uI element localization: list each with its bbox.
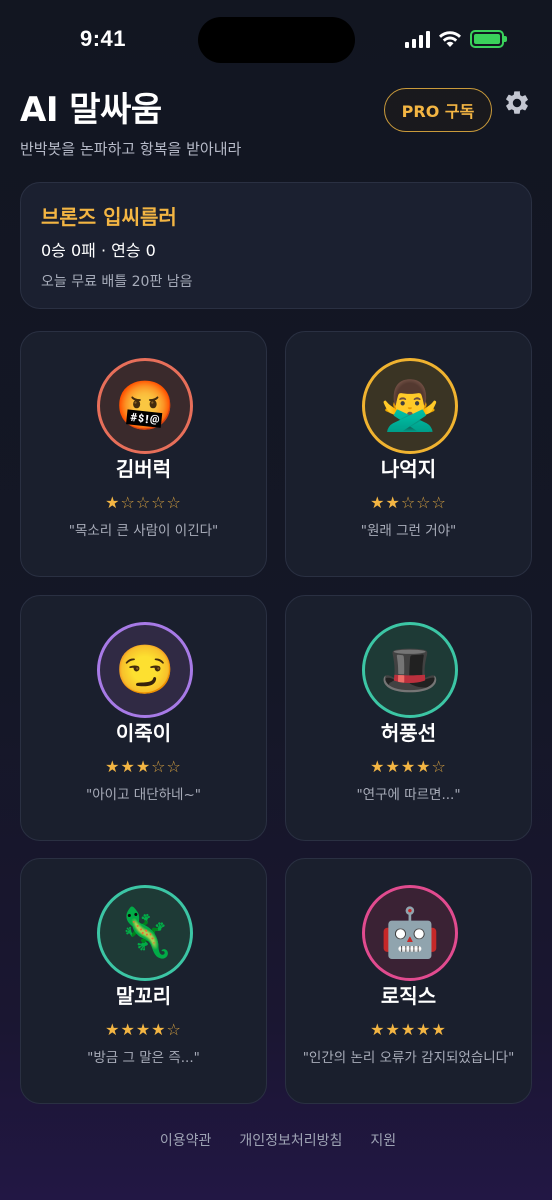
opponent-card[interactable]: 😏 이죽이 ★★★☆☆ "아이고 대단하네~" [20, 595, 267, 841]
star-empty-icon: ☆ [166, 493, 182, 512]
star-filled-icon: ★ [385, 1020, 401, 1039]
difficulty-stars: ★★☆☆☆ [286, 491, 531, 515]
star-filled-icon: ★ [105, 493, 121, 512]
status-icons [405, 30, 507, 48]
star-empty-icon: ☆ [400, 493, 417, 512]
opponent-emoji: 🤬 [115, 377, 175, 434]
opponent-avatar: 🤬 [97, 358, 193, 454]
rank-card: 브론즈 입씨름러 0승 0패 · 연승 0 오늘 무료 배틀 20판 남음 [20, 182, 532, 309]
difficulty-stars: ★★★★★ [286, 1018, 531, 1042]
star-filled-icon: ★ [370, 757, 386, 776]
star-filled-icon: ★ [120, 757, 136, 776]
battery-icon [470, 30, 507, 48]
difficulty-stars: ★★★★☆ [21, 1018, 266, 1042]
opponent-quote: "연구에 따르면..." [356, 787, 461, 803]
difficulty-stars: ★☆☆☆☆ [21, 491, 266, 515]
opponent-name: 김버럭 [115, 457, 172, 481]
opponent-avatar: 🤖 [362, 885, 458, 981]
opponent-avatar: 🙅‍♂️ [362, 358, 458, 454]
opponent-card[interactable]: 🎩 허풍선 ★★★★☆ "연구에 따르면..." [285, 595, 532, 841]
support-link[interactable]: 지원 [366, 1130, 396, 1150]
star-filled-icon: ★ [416, 757, 432, 776]
difficulty-stars: ★★★☆☆ [21, 755, 266, 779]
pro-subscribe-button[interactable]: PRO 구독 [384, 88, 492, 132]
app-subtitle: 반박봇을 논파하고 항복을 받아내라 [20, 140, 242, 158]
opponent-avatar: 😏 [97, 622, 193, 718]
star-filled-icon: ★ [105, 1020, 121, 1039]
status-bar: 9:41 [0, 0, 552, 80]
star-filled-icon: ★ [151, 1020, 167, 1039]
opponent-emoji: 🎩 [380, 641, 440, 698]
opponent-quote: "인간의 논리 오류가 감지되었습니다" [302, 1050, 515, 1066]
settings-button[interactable] [502, 88, 532, 118]
star-empty-icon: ☆ [431, 757, 447, 776]
star-empty-icon: ☆ [166, 757, 182, 776]
opponent-card[interactable]: 🦎 말꼬리 ★★★★☆ "방금 그 말은 즉..." [20, 858, 267, 1104]
dynamic-island [198, 17, 355, 63]
star-filled-icon: ★ [385, 757, 401, 776]
footer: 이용약관 개인정보처리방침 지원 [0, 1130, 552, 1150]
privacy-link[interactable]: 개인정보처리방침 [235, 1130, 342, 1150]
free-battles-remaining: 오늘 무료 배틀 20판 남음 [41, 274, 193, 290]
opponent-emoji: 😏 [115, 641, 175, 698]
opponent-quote: "목소리 큰 사람이 이긴다" [68, 523, 219, 539]
opponent-quote: "아이고 대단하네~" [86, 787, 201, 803]
star-empty-icon: ☆ [431, 493, 447, 512]
rank-title: 브론즈 입씨름러 [41, 205, 177, 229]
star-filled-icon: ★ [400, 757, 417, 776]
opponent-avatar: 🎩 [362, 622, 458, 718]
star-filled-icon: ★ [370, 1020, 386, 1039]
star-filled-icon: ★ [105, 757, 121, 776]
opponent-emoji: 🙅‍♂️ [380, 377, 440, 434]
gear-icon [506, 91, 528, 114]
rank-record: 0승 0패 · 연승 0 [41, 241, 156, 260]
opponent-card[interactable]: 🤖 로직스 ★★★★★ "인간의 논리 오류가 감지되었습니다" [285, 858, 532, 1104]
terms-link[interactable]: 이용약관 [156, 1130, 212, 1150]
opponent-avatar: 🦎 [97, 885, 193, 981]
opponent-name: 말꼬리 [115, 984, 172, 1008]
difficulty-stars: ★★★★☆ [286, 755, 531, 779]
star-filled-icon: ★ [431, 1020, 447, 1039]
opponent-name: 로직스 [380, 984, 437, 1008]
opponent-card[interactable]: 🤬 김버럭 ★☆☆☆☆ "목소리 큰 사람이 이긴다" [20, 331, 267, 577]
star-empty-icon: ☆ [135, 493, 152, 512]
star-filled-icon: ★ [120, 1020, 136, 1039]
opponent-quote: "원래 그런 거야" [360, 523, 457, 539]
signal-icon [405, 30, 430, 48]
opponent-quote: "방금 그 말은 즉..." [87, 1050, 200, 1066]
star-empty-icon: ☆ [151, 757, 167, 776]
star-empty-icon: ☆ [166, 1020, 182, 1039]
star-empty-icon: ☆ [151, 493, 167, 512]
opponent-emoji: 🤖 [380, 904, 440, 961]
star-filled-icon: ★ [135, 1020, 152, 1039]
wifi-icon [439, 31, 461, 47]
star-filled-icon: ★ [385, 493, 401, 512]
star-filled-icon: ★ [400, 1020, 417, 1039]
star-filled-icon: ★ [416, 1020, 432, 1039]
star-filled-icon: ★ [370, 493, 386, 512]
opponent-name: 이죽이 [115, 721, 172, 745]
opponent-emoji: 🦎 [115, 904, 175, 961]
star-filled-icon: ★ [135, 757, 152, 776]
status-time: 9:41 [80, 26, 127, 51]
star-empty-icon: ☆ [120, 493, 136, 512]
opponent-name: 허풍선 [380, 721, 437, 745]
header: AI 말싸움 반박봇을 논파하고 항복을 받아내라 PRO 구독 [20, 86, 532, 159]
star-empty-icon: ☆ [416, 493, 432, 512]
opponent-card[interactable]: 🙅‍♂️ 나억지 ★★☆☆☆ "원래 그런 거야" [285, 331, 532, 577]
opponent-name: 나억지 [380, 457, 437, 481]
